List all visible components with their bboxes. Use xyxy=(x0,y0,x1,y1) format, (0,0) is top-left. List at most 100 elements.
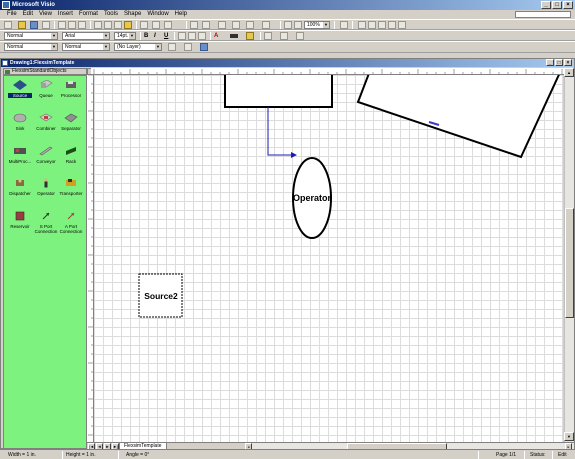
print-preview-icon[interactable] xyxy=(68,21,76,29)
line-pattern-icon[interactable] xyxy=(280,32,288,40)
scroll-down-arrow-icon[interactable]: ▼ xyxy=(564,432,574,441)
line-ends-icon[interactable] xyxy=(296,32,304,40)
zoom-combo[interactable]: 100% ▼ xyxy=(304,21,330,29)
shape-source2[interactable]: Source2 xyxy=(138,273,183,318)
font-size-combo[interactable]: 14pt. ▼ xyxy=(114,32,136,40)
pointer-tool-icon[interactable] xyxy=(190,21,198,29)
font-color-button[interactable]: A xyxy=(214,32,218,40)
operator-label: Operator xyxy=(293,193,332,203)
stencil-item-transporter[interactable]: Transporter xyxy=(59,176,83,202)
doc-restore-button[interactable]: □ xyxy=(555,59,563,66)
menu-shape[interactable]: Shape xyxy=(121,10,144,19)
stencil-item-rack[interactable]: Rack xyxy=(59,144,83,170)
fill-style-combo[interactable]: Normal ▼ xyxy=(62,43,110,51)
vertical-ruler[interactable] xyxy=(87,75,94,442)
drawing-explorer-icon[interactable] xyxy=(398,21,406,29)
menu-window[interactable]: Window xyxy=(144,10,171,19)
new-icon[interactable] xyxy=(4,21,12,29)
spelling-icon[interactable] xyxy=(78,21,86,29)
stencil-item-queue[interactable]: Queue xyxy=(34,78,58,104)
vertical-scroll-thumb[interactable] xyxy=(565,208,574,318)
save-icon[interactable] xyxy=(30,21,38,29)
rotation-tool-icon[interactable] xyxy=(262,21,270,29)
line-style-combo[interactable]: Normal ▼ xyxy=(4,43,58,51)
vertical-scrollbar[interactable]: ▲ ▼ xyxy=(564,68,574,442)
drawing-canvas[interactable]: Operator Source2 xyxy=(94,75,563,442)
undo-icon[interactable] xyxy=(140,21,148,29)
shape-rectangle-top[interactable] xyxy=(224,75,333,108)
text-tool-icon[interactable] xyxy=(218,21,226,29)
copy-icon[interactable] xyxy=(104,21,112,29)
menu-format[interactable]: Format xyxy=(76,10,101,19)
stencil-item-s-port-connection[interactable]: S Port Connection xyxy=(34,209,58,243)
stencil-item-operator[interactable]: Operator xyxy=(34,176,58,202)
line-color-icon[interactable] xyxy=(230,34,238,38)
stencil-item-reservoir[interactable]: Reservoir xyxy=(8,209,32,243)
stencil-item-separator[interactable]: Separator xyxy=(59,111,83,137)
minimize-button[interactable]: _ xyxy=(541,1,551,9)
stencil-item-dispatcher[interactable]: Dispatcher xyxy=(8,176,32,202)
size-position-icon[interactable] xyxy=(378,21,386,29)
status-bar: Width = 1 in. Height = 1 in. Angle = 0° … xyxy=(0,449,575,459)
rectangle-tool-icon[interactable] xyxy=(232,21,240,29)
help-question-box[interactable] xyxy=(515,11,571,18)
help-icon[interactable] xyxy=(340,21,348,29)
connector-line[interactable] xyxy=(267,107,297,158)
font-combo[interactable]: Arial ▼ xyxy=(62,32,110,40)
doc-close-button[interactable]: × xyxy=(564,59,572,66)
paste-icon[interactable] xyxy=(114,21,122,29)
group-icon[interactable] xyxy=(184,43,192,51)
scroll-up-arrow-icon[interactable]: ▲ xyxy=(564,68,574,77)
stencil-item-combiner[interactable]: Combiner xyxy=(34,111,58,137)
align-right-icon[interactable] xyxy=(198,32,206,40)
zoom-in-icon[interactable] xyxy=(294,21,302,29)
stencil-item-multiprocessor[interactable]: MultiProc... xyxy=(8,144,32,170)
print-icon[interactable] xyxy=(58,21,66,29)
zoom-out-icon[interactable] xyxy=(284,21,292,29)
chevron-down-icon: ▼ xyxy=(103,33,109,39)
menu-insert[interactable]: Insert xyxy=(55,10,76,19)
maximize-button[interactable]: □ xyxy=(552,1,562,9)
menu-help[interactable]: Help xyxy=(172,10,190,19)
layer-properties-icon[interactable] xyxy=(200,43,208,51)
menu-view[interactable]: View xyxy=(36,10,55,19)
line-weight-icon[interactable] xyxy=(264,32,272,40)
connector-icon[interactable] xyxy=(164,21,172,29)
close-button[interactable]: × xyxy=(563,1,573,9)
align-left-icon[interactable] xyxy=(178,32,186,40)
connector-tool-icon[interactable] xyxy=(202,21,210,29)
stencil-item-processor[interactable]: Processor xyxy=(59,78,83,104)
menu-edit[interactable]: Edit xyxy=(20,10,36,19)
shape-operator[interactable]: Operator xyxy=(292,157,332,239)
cut-icon[interactable] xyxy=(94,21,102,29)
stencil-header[interactable]: FlexsimStandardObjects xyxy=(3,68,87,75)
pan-zoom-icon[interactable] xyxy=(368,21,376,29)
shape-rotated-rectangle[interactable] xyxy=(356,75,563,159)
underline-button[interactable]: U xyxy=(164,32,168,40)
stencil-item-sink[interactable]: Sink xyxy=(8,111,32,137)
stencil-item-source[interactable]: Source xyxy=(8,78,32,104)
stencil-item-conveyor[interactable]: Conveyor xyxy=(34,144,58,170)
stencil-icon[interactable] xyxy=(358,21,366,29)
italic-button[interactable]: I xyxy=(154,32,156,40)
bold-button[interactable]: B xyxy=(144,32,148,40)
stencil-item-a-port-connection[interactable]: A Port Connection xyxy=(59,209,83,243)
horizontal-ruler[interactable] xyxy=(91,68,573,75)
shadow-icon[interactable] xyxy=(168,43,176,51)
web-icon[interactable] xyxy=(42,21,50,29)
fill-color-icon[interactable] xyxy=(246,32,254,40)
menu-tools[interactable]: Tools xyxy=(101,10,121,19)
custom-properties-icon[interactable] xyxy=(388,21,396,29)
doc-minimize-button[interactable]: _ xyxy=(546,59,554,66)
format-painter-icon[interactable] xyxy=(124,21,132,29)
open-icon[interactable] xyxy=(18,21,26,29)
line-tool-icon[interactable] xyxy=(246,21,254,29)
zoom-value: 100% xyxy=(307,22,320,28)
menu-bar: File Edit View Insert Format Tools Shape… xyxy=(0,10,575,19)
redo-icon[interactable] xyxy=(152,21,160,29)
menu-file[interactable]: File xyxy=(4,10,20,19)
layer-combo[interactable]: (No Layer) ▼ xyxy=(114,43,162,51)
rack-icon xyxy=(66,147,76,155)
style-combo[interactable]: Normal ▼ xyxy=(4,32,58,40)
align-center-icon[interactable] xyxy=(188,32,196,40)
